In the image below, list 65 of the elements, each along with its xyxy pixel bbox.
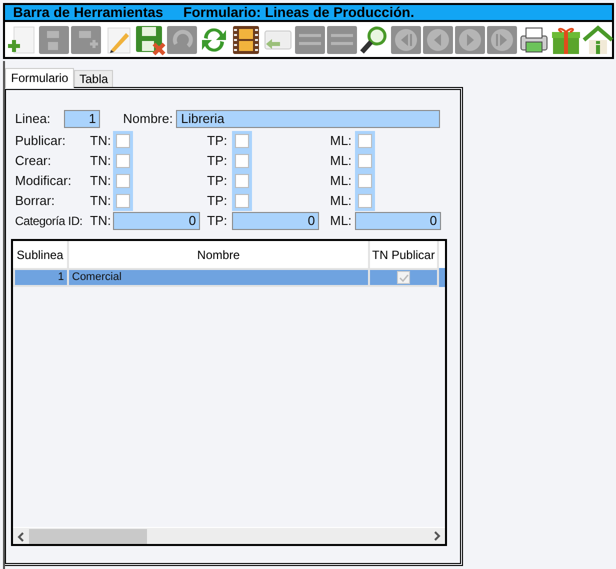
field-label: ML: — [329, 132, 353, 150]
field-label: Nombre: — [123, 110, 174, 128]
field-label: TP: — [206, 152, 228, 170]
checkbox[interactable] — [355, 131, 375, 151]
categoria-field[interactable]: 0 — [113, 212, 200, 230]
checkbox[interactable] — [113, 171, 133, 191]
bars-icon — [326, 24, 358, 56]
field-label: ML: — [329, 152, 353, 170]
toolbar-button[interactable] — [230, 23, 262, 56]
categoria-field[interactable]: 0 — [232, 212, 319, 230]
field-label: TN: — [90, 152, 112, 170]
field-label: TP: — [206, 212, 228, 230]
field-label: Publicar: — [14, 132, 67, 150]
form-title: Formulario: Lineas de Producción. — [183, 3, 414, 22]
table-cell: Comercial — [69, 268, 370, 287]
linea-field[interactable]: 1 — [64, 110, 100, 128]
undo-icon — [166, 24, 198, 56]
column-header[interactable]: Nombre — [69, 241, 370, 268]
tab[interactable]: Formulario — [5, 68, 74, 88]
field-label: TN: — [90, 212, 112, 230]
checkbox[interactable] — [232, 191, 252, 211]
table-row[interactable]: 1 Comercial — [13, 268, 445, 287]
checkbox[interactable] — [232, 171, 252, 191]
checkbox[interactable] — [113, 131, 133, 151]
floppy-icon — [70, 24, 102, 56]
field-label: ML: — [329, 212, 353, 230]
field-label: Crear: — [14, 152, 52, 170]
field-label: TN: — [90, 172, 112, 190]
nombre-field[interactable]: Libreria — [176, 110, 440, 128]
field-label: Borrar: — [14, 192, 56, 210]
toolbar-button[interactable] — [582, 23, 614, 56]
categoria-field[interactable]: 0 — [355, 212, 441, 230]
field-label: TP: — [206, 192, 228, 210]
field-label: TN: — [90, 192, 112, 210]
home-icon — [582, 24, 614, 56]
checkbox[interactable] — [113, 151, 133, 171]
bars-icon — [294, 24, 326, 56]
tab[interactable]: Tabla — [74, 70, 114, 87]
previous-icon — [422, 24, 454, 56]
checkbox[interactable] — [232, 131, 252, 151]
checkbox[interactable] — [355, 151, 375, 171]
field-label: Linea: — [14, 110, 52, 128]
checkbox[interactable] — [397, 271, 410, 284]
scrollbar-thumb[interactable] — [29, 528, 147, 544]
next-icon — [454, 24, 486, 56]
film-icon — [230, 24, 262, 56]
first-icon — [390, 24, 422, 56]
field-label: Categoría ID: — [14, 213, 84, 230]
floppy-icon — [134, 24, 166, 56]
field-label: TP: — [206, 132, 228, 150]
field-label: ML: — [329, 192, 353, 210]
field-label: TP: — [206, 172, 228, 190]
toolbar-title: Barra de Herramientas — [13, 3, 164, 22]
column-header[interactable]: Sublinea — [13, 241, 69, 268]
column-header[interactable]: TN Publicar — [370, 241, 439, 268]
field-label: ML: — [329, 172, 353, 190]
checkbox[interactable] — [355, 191, 375, 211]
checkbox[interactable] — [232, 151, 252, 171]
last-icon — [486, 24, 518, 56]
checkbox[interactable] — [355, 171, 375, 191]
table-cell: 1 — [13, 268, 69, 287]
floppy-icon — [38, 24, 70, 56]
checkbox[interactable] — [113, 191, 133, 211]
field-label: TN: — [90, 132, 112, 150]
field-label: Modificar: — [14, 172, 72, 190]
